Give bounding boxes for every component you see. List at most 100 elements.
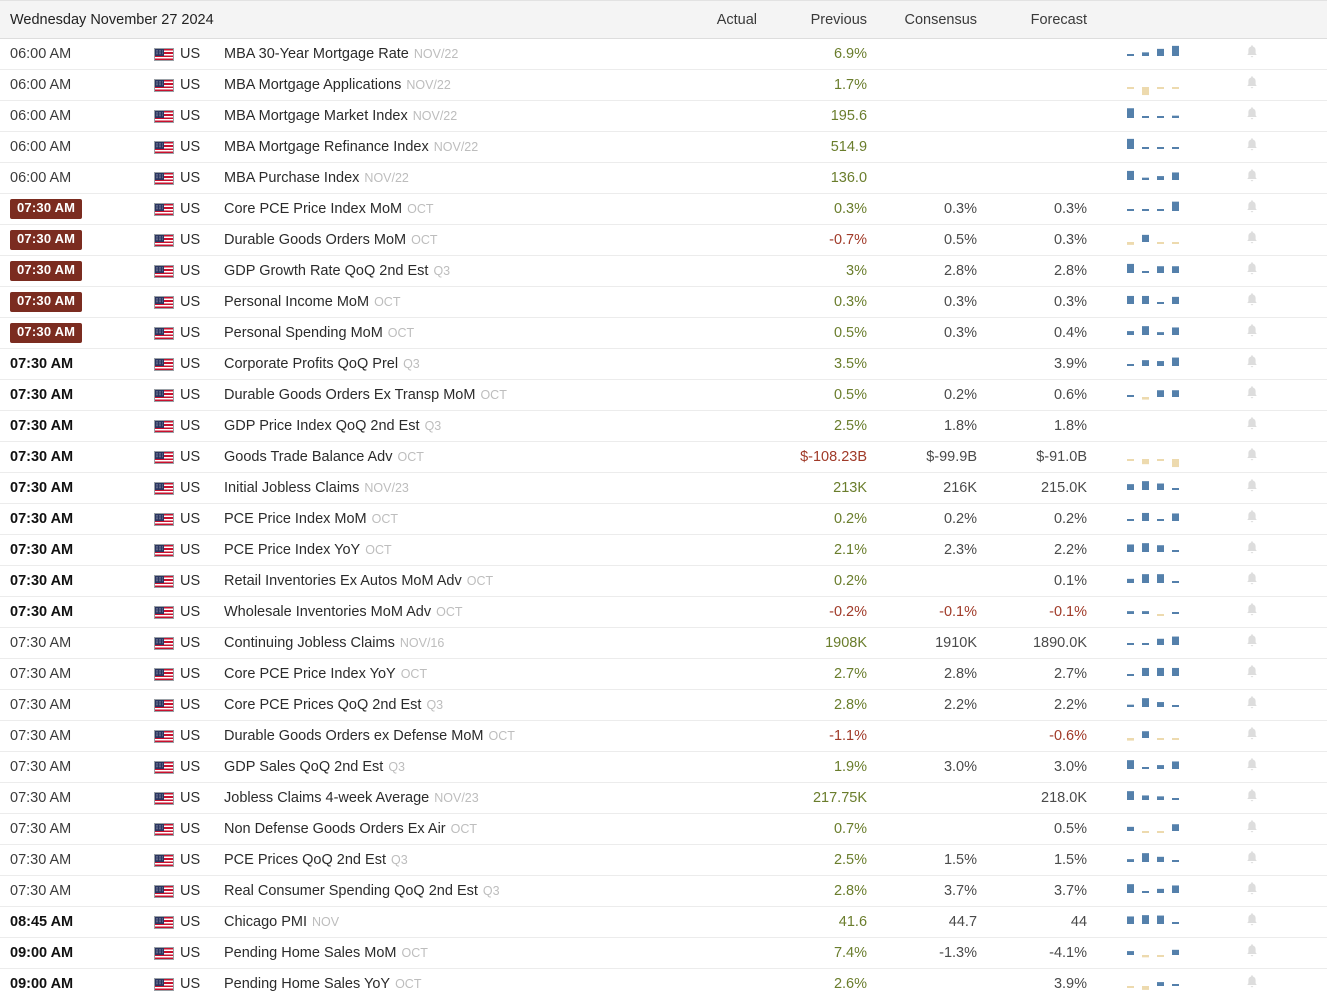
sparkline-cell[interactable] bbox=[1107, 38, 1228, 70]
event-name[interactable]: Retail Inventories Ex Autos MoM Adv bbox=[224, 573, 462, 589]
event-cell[interactable]: Durable Goods Orders Ex Transp MoM OCT bbox=[224, 379, 668, 411]
event-name[interactable]: MBA Mortgage Applications bbox=[224, 77, 401, 93]
event-cell[interactable]: Jobless Claims 4-week Average NOV/23 bbox=[224, 782, 668, 814]
alert-cell[interactable] bbox=[1227, 379, 1327, 411]
country-cell[interactable]: US bbox=[128, 658, 224, 690]
country-cell[interactable]: US bbox=[128, 782, 224, 814]
sparkline-cell[interactable] bbox=[1107, 937, 1228, 969]
alert-cell[interactable] bbox=[1227, 193, 1327, 225]
alert-cell[interactable] bbox=[1227, 317, 1327, 349]
event-cell[interactable]: Core PCE Prices QoQ 2nd Est Q3 bbox=[224, 689, 668, 721]
calendar-row[interactable]: 07:30 AM US Personal Income MoM OCT 0.3% 0.3%… bbox=[0, 286, 1327, 318]
alert-cell[interactable] bbox=[1227, 348, 1327, 380]
alert-cell[interactable] bbox=[1227, 286, 1327, 318]
event-name[interactable]: PCE Price Index YoY bbox=[224, 542, 360, 558]
column-header-previous[interactable]: Previous bbox=[777, 0, 888, 39]
event-name[interactable]: MBA 30-Year Mortgage Rate bbox=[224, 46, 409, 62]
alert-cell[interactable] bbox=[1227, 968, 1327, 996]
calendar-row[interactable]: 06:00 AM US MBA Purchase Index NOV/22 136.0 bbox=[0, 162, 1327, 194]
event-name[interactable]: Pending Home Sales MoM bbox=[224, 945, 396, 961]
sparkline-cell[interactable] bbox=[1107, 286, 1228, 318]
alert-cell[interactable] bbox=[1227, 69, 1327, 101]
event-name[interactable]: Personal Spending MoM bbox=[224, 325, 383, 341]
calendar-row[interactable]: 07:30 AM US Wholesale Inventories MoM Adv O… bbox=[0, 596, 1327, 628]
calendar-row[interactable]: 07:30 AM US PCE Price Index MoM OCT 0.2% 0.2%… bbox=[0, 503, 1327, 535]
event-name[interactable]: Real Consumer Spending QoQ 2nd Est bbox=[224, 883, 478, 899]
sparkline-cell[interactable] bbox=[1107, 813, 1228, 845]
column-header-forecast[interactable]: Forecast bbox=[997, 0, 1108, 39]
event-cell[interactable]: Non Defense Goods Orders Ex Air OCT bbox=[224, 813, 668, 845]
calendar-row[interactable]: 06:00 AM US MBA Mortgage Market Index NOV/2… bbox=[0, 100, 1327, 132]
event-cell[interactable]: PCE Price Index YoY OCT bbox=[224, 534, 668, 566]
calendar-row[interactable]: 06:00 AM US MBA 30-Year Mortgage Rate NOV/2… bbox=[0, 38, 1327, 70]
alert-cell[interactable] bbox=[1227, 162, 1327, 194]
event-cell[interactable]: Retail Inventories Ex Autos MoM Adv OCT bbox=[224, 565, 668, 597]
event-name[interactable]: Non Defense Goods Orders Ex Air bbox=[224, 821, 446, 837]
event-cell[interactable]: Real Consumer Spending QoQ 2nd Est Q3 bbox=[224, 875, 668, 907]
calendar-row[interactable]: 07:30 AM US GDP Price Index QoQ 2nd Est Q3 2… bbox=[0, 410, 1327, 442]
sparkline-cell[interactable] bbox=[1107, 565, 1228, 597]
calendar-row[interactable]: 07:30 AM US Initial Jobless Claims NOV/23 21… bbox=[0, 472, 1327, 504]
alert-cell[interactable] bbox=[1227, 658, 1327, 690]
sparkline-cell[interactable] bbox=[1107, 69, 1228, 101]
calendar-row[interactable]: 08:45 AM US Chicago PMI NOV 41.6 44.7 44 bbox=[0, 906, 1327, 938]
event-name[interactable]: Core PCE Price Index MoM bbox=[224, 201, 402, 217]
event-name[interactable]: Corporate Profits QoQ Prel bbox=[224, 356, 398, 372]
event-cell[interactable]: MBA Mortgage Market Index NOV/22 bbox=[224, 100, 668, 132]
alert-cell[interactable] bbox=[1227, 131, 1327, 163]
event-cell[interactable]: Durable Goods Orders ex Defense MoM OCT bbox=[224, 720, 668, 752]
country-cell[interactable]: US bbox=[128, 69, 224, 101]
calendar-row[interactable]: 06:00 AM US MBA Mortgage Refinance Index NO… bbox=[0, 131, 1327, 163]
event-cell[interactable]: PCE Price Index MoM OCT bbox=[224, 503, 668, 535]
calendar-row[interactable]: 07:30 AM US Jobless Claims 4-week Average N… bbox=[0, 782, 1327, 814]
event-name[interactable]: Pending Home Sales YoY bbox=[224, 976, 390, 992]
alert-cell[interactable] bbox=[1227, 534, 1327, 566]
event-cell[interactable]: GDP Price Index QoQ 2nd Est Q3 bbox=[224, 410, 668, 442]
event-name[interactable]: Durable Goods Orders Ex Transp MoM bbox=[224, 387, 475, 403]
event-name[interactable]: MBA Purchase Index bbox=[224, 170, 359, 186]
event-cell[interactable]: PCE Prices QoQ 2nd Est Q3 bbox=[224, 844, 668, 876]
event-name[interactable]: Wholesale Inventories MoM Adv bbox=[224, 604, 431, 620]
alert-cell[interactable] bbox=[1227, 813, 1327, 845]
alert-cell[interactable] bbox=[1227, 596, 1327, 628]
alert-cell[interactable] bbox=[1227, 720, 1327, 752]
calendar-row[interactable]: 07:30 AM US Goods Trade Balance Adv OCT $-10… bbox=[0, 441, 1327, 473]
event-cell[interactable]: Core PCE Price Index MoM OCT bbox=[224, 193, 668, 225]
event-cell[interactable]: Corporate Profits QoQ Prel Q3 bbox=[224, 348, 668, 380]
country-cell[interactable]: US bbox=[128, 348, 224, 380]
event-cell[interactable]: MBA Mortgage Refinance Index NOV/22 bbox=[224, 131, 668, 163]
country-cell[interactable]: US bbox=[128, 534, 224, 566]
event-cell[interactable]: GDP Sales QoQ 2nd Est Q3 bbox=[224, 751, 668, 783]
event-cell[interactable]: GDP Growth Rate QoQ 2nd Est Q3 bbox=[224, 255, 668, 287]
calendar-row[interactable]: 07:30 AM US Retail Inventories Ex Autos Mo… bbox=[0, 565, 1327, 597]
event-name[interactable]: Durable Goods Orders ex Defense MoM bbox=[224, 728, 484, 744]
country-cell[interactable]: US bbox=[128, 286, 224, 318]
country-cell[interactable]: US bbox=[128, 410, 224, 442]
event-cell[interactable]: Pending Home Sales MoM OCT bbox=[224, 937, 668, 969]
event-cell[interactable]: Initial Jobless Claims NOV/23 bbox=[224, 472, 668, 504]
alert-cell[interactable] bbox=[1227, 255, 1327, 287]
alert-cell[interactable] bbox=[1227, 906, 1327, 938]
calendar-row[interactable]: 07:30 AM US PCE Price Index YoY OCT 2.1% 2.3%… bbox=[0, 534, 1327, 566]
event-name[interactable]: Initial Jobless Claims bbox=[224, 480, 359, 496]
event-name[interactable]: PCE Prices QoQ 2nd Est bbox=[224, 852, 386, 868]
sparkline-cell[interactable] bbox=[1107, 348, 1228, 380]
calendar-row[interactable]: 07:30 AM US Durable Goods Orders Ex Transp… bbox=[0, 379, 1327, 411]
event-name[interactable]: PCE Price Index MoM bbox=[224, 511, 367, 527]
sparkline-cell[interactable] bbox=[1107, 782, 1228, 814]
calendar-row[interactable]: 07:30 AM US Core PCE Price Index YoY OCT 2.7… bbox=[0, 658, 1327, 690]
alert-cell[interactable] bbox=[1227, 224, 1327, 256]
country-cell[interactable]: US bbox=[128, 162, 224, 194]
sparkline-cell[interactable] bbox=[1107, 689, 1228, 721]
sparkline-cell[interactable] bbox=[1107, 255, 1228, 287]
country-cell[interactable]: US bbox=[128, 472, 224, 504]
country-cell[interactable]: US bbox=[128, 255, 224, 287]
sparkline-cell[interactable] bbox=[1107, 131, 1228, 163]
sparkline-cell[interactable] bbox=[1107, 658, 1228, 690]
country-cell[interactable]: US bbox=[128, 193, 224, 225]
country-cell[interactable]: US bbox=[128, 813, 224, 845]
event-name[interactable]: GDP Price Index QoQ 2nd Est bbox=[224, 418, 420, 434]
event-cell[interactable]: MBA Mortgage Applications NOV/22 bbox=[224, 69, 668, 101]
sparkline-cell[interactable] bbox=[1107, 441, 1228, 473]
sparkline-cell[interactable] bbox=[1107, 317, 1228, 349]
